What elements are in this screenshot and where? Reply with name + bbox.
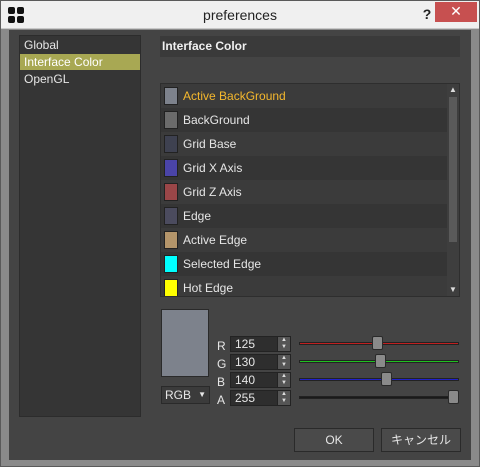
scroll-thumb[interactable]: [449, 97, 457, 242]
color-swatch: [164, 159, 178, 177]
list-scrollbar[interactable]: ▲ ▼: [447, 84, 459, 296]
channel-a-value: 255: [235, 391, 256, 405]
list-item[interactable]: Active Edge: [161, 228, 448, 252]
list-item-label: Active BackGround: [183, 89, 286, 103]
color-mode-select[interactable]: RGB ▼: [161, 386, 210, 404]
color-swatch: [164, 183, 178, 201]
help-button[interactable]: ?: [417, 3, 437, 25]
list-item-label: BackGround: [183, 113, 250, 127]
slider-track: [299, 378, 459, 381]
sidebar-item-global[interactable]: Global: [20, 37, 140, 53]
color-swatch: [164, 231, 178, 249]
stepper-icon[interactable]: ▲ ▼: [277, 337, 290, 351]
list-item-label: Active Edge: [183, 233, 248, 247]
title-bar[interactable]: preferences ? ✕: [1, 1, 479, 29]
preferences-window: preferences ? ✕ Global Interface Color O…: [0, 0, 480, 467]
color-list[interactable]: Active BackGround BackGround Grid Base G…: [160, 83, 460, 297]
dialog-body: Global Interface Color OpenGL Interface …: [9, 30, 471, 460]
list-item[interactable]: Grid Z Axis: [161, 180, 448, 204]
channel-a-input[interactable]: 255 ▲ ▼: [230, 390, 291, 406]
window-title: preferences: [203, 7, 277, 23]
color-mode-value: RGB: [165, 388, 192, 402]
channel-b-slider[interactable]: [299, 372, 459, 388]
close-button[interactable]: ✕: [435, 2, 477, 22]
color-swatch: [164, 87, 178, 105]
channel-label-r: R: [217, 339, 226, 353]
panel-title: Interface Color: [160, 36, 460, 57]
scroll-up-icon[interactable]: ▲: [447, 84, 459, 96]
channel-b-value: 140: [235, 373, 256, 387]
list-item[interactable]: Hot Edge: [161, 276, 448, 296]
stepper-icon[interactable]: ▲ ▼: [277, 373, 290, 387]
list-item[interactable]: Grid Base: [161, 132, 448, 156]
channel-label-g: G: [217, 357, 227, 371]
slider-thumb[interactable]: [372, 336, 383, 350]
color-swatch: [164, 207, 178, 225]
list-item[interactable]: BackGround: [161, 108, 448, 132]
list-item-label: Grid Z Axis: [183, 185, 242, 199]
ok-button[interactable]: OK: [294, 428, 374, 452]
list-item[interactable]: Grid X Axis: [161, 156, 448, 180]
stepper-icon[interactable]: ▲ ▼: [277, 355, 290, 369]
list-item-label: Edge: [183, 209, 212, 223]
color-preview: [161, 309, 209, 377]
category-list: Global Interface Color OpenGL: [19, 35, 141, 417]
channel-r-input[interactable]: 125 ▲ ▼: [230, 336, 291, 352]
channel-g-input[interactable]: 130 ▲ ▼: [230, 354, 291, 370]
sidebar-item-interface-color[interactable]: Interface Color: [20, 54, 140, 70]
channel-label-b: B: [217, 375, 226, 389]
channel-a-slider[interactable]: [299, 390, 459, 406]
channel-b-input[interactable]: 140 ▲ ▼: [230, 372, 291, 388]
list-item-label: Grid X Axis: [183, 161, 243, 175]
list-item-label: Hot Edge: [183, 281, 234, 295]
color-swatch: [164, 255, 178, 273]
slider-thumb[interactable]: [381, 372, 392, 386]
list-item[interactable]: Edge: [161, 204, 448, 228]
list-item[interactable]: Selected Edge: [161, 252, 448, 276]
channel-r-slider[interactable]: [299, 336, 459, 352]
stepper-icon[interactable]: ▲ ▼: [277, 391, 290, 405]
color-swatch: [164, 135, 178, 153]
list-item[interactable]: Active BackGround: [161, 84, 448, 108]
chevron-down-icon: ▼: [198, 390, 206, 399]
list-item-label: Selected Edge: [183, 257, 262, 271]
list-item-label: Grid Base: [183, 137, 237, 151]
channel-label-a: A: [217, 393, 226, 407]
slider-thumb[interactable]: [448, 390, 459, 404]
cancel-button[interactable]: キャンセル: [381, 428, 461, 452]
channel-r-value: 125: [235, 337, 256, 351]
sidebar-item-opengl[interactable]: OpenGL: [20, 71, 140, 87]
scroll-down-icon[interactable]: ▼: [447, 284, 459, 296]
color-swatch: [164, 111, 178, 129]
channel-g-slider[interactable]: [299, 354, 459, 370]
slider-track: [299, 396, 459, 399]
color-swatch: [164, 279, 178, 296]
channel-g-value: 130: [235, 355, 256, 369]
slider-thumb[interactable]: [375, 354, 386, 368]
